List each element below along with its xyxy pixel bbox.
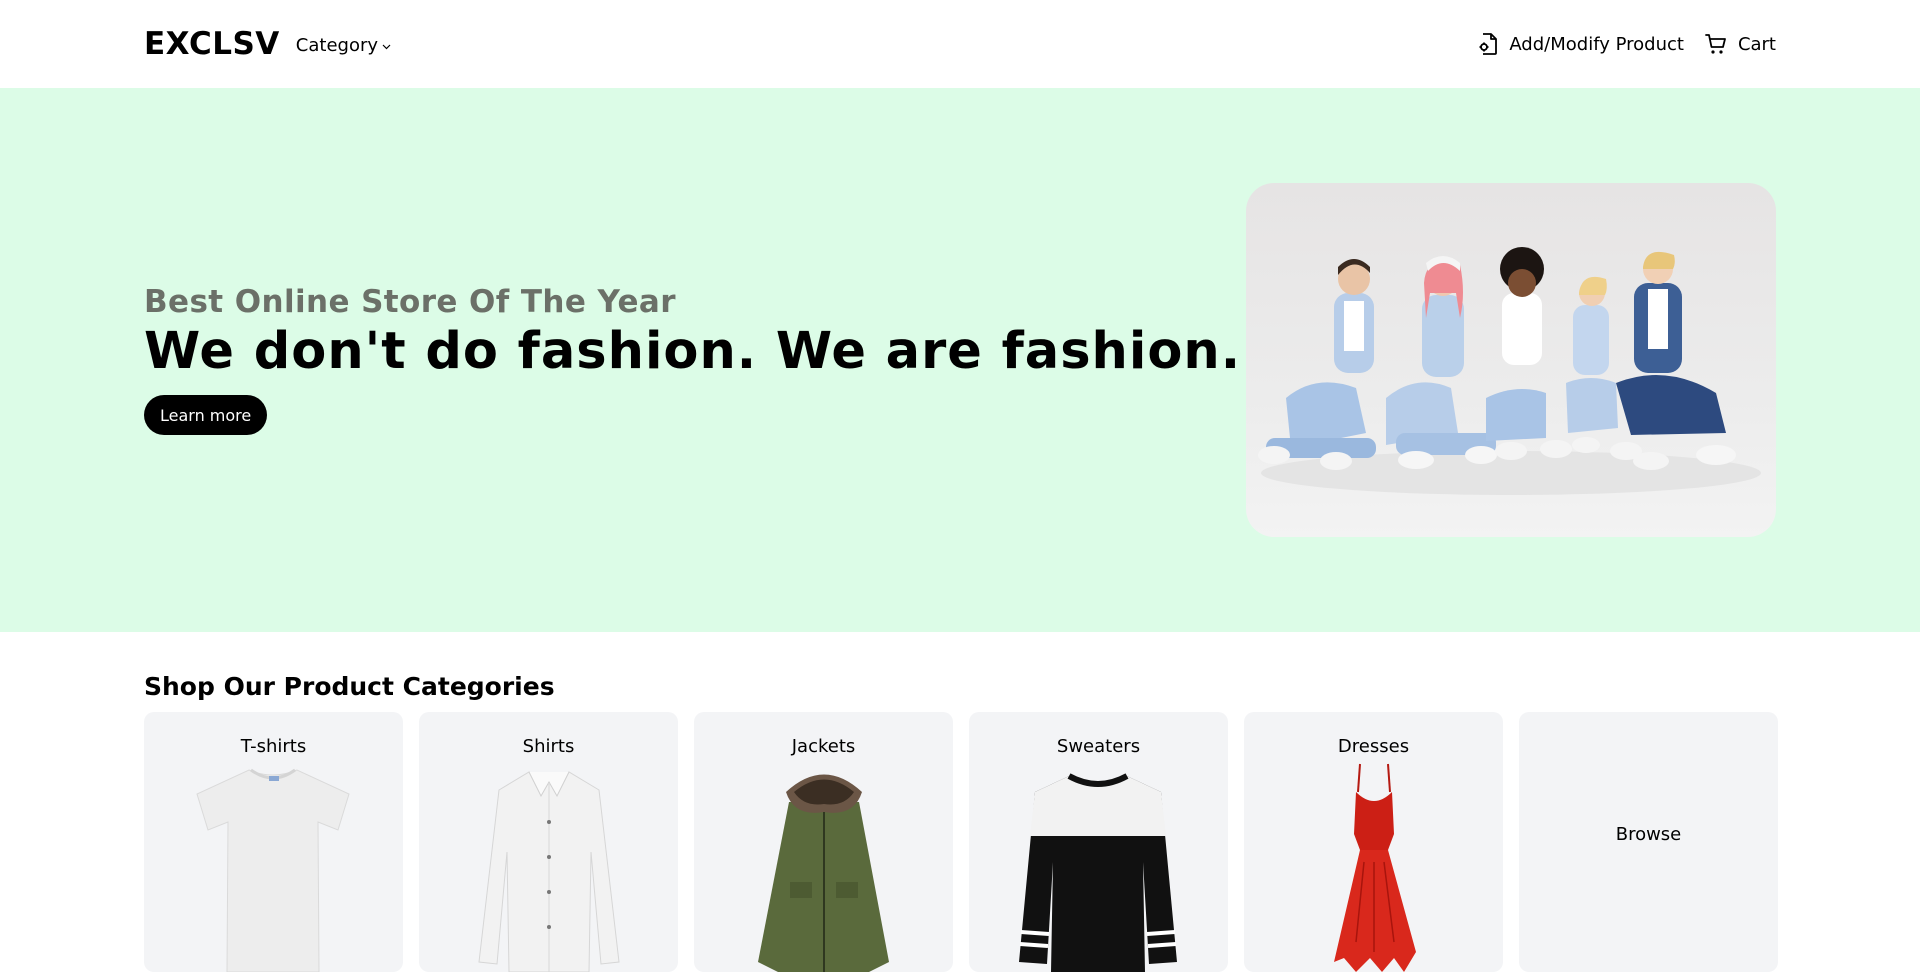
shirt-image xyxy=(419,762,678,972)
hero-text: Best Online Store Of The Year We don't d… xyxy=(144,284,1241,435)
cart-label: Cart xyxy=(1737,33,1776,55)
dress-image xyxy=(1244,762,1503,972)
learn-more-button[interactable]: Learn more xyxy=(144,395,268,435)
category-card-sweaters[interactable]: Sweaters xyxy=(969,712,1228,972)
category-card-dresses[interactable]: Dresses xyxy=(1244,712,1503,972)
category-cards: T-shirts Shirts Jackets Sweaters Dresses… xyxy=(144,712,1778,972)
add-modify-product-link[interactable]: Add/Modify Product xyxy=(1477,32,1684,56)
hero-title: We don't do fashion. We are fashion. xyxy=(144,322,1242,381)
cart-link[interactable]: Cart xyxy=(1704,32,1776,56)
browse-label: Browse xyxy=(1615,823,1682,845)
header-left: EXCLSV Category xyxy=(144,28,391,60)
category-card-label: Sweaters xyxy=(1056,736,1141,757)
add-modify-product-label: Add/Modify Product xyxy=(1509,33,1684,55)
sweater-image xyxy=(969,762,1228,972)
categories-heading: Shop Our Product Categories xyxy=(144,672,555,701)
file-edit-icon xyxy=(1477,32,1499,56)
cart-icon xyxy=(1704,32,1728,56)
jacket-image xyxy=(694,762,953,972)
category-card-browse[interactable]: Browse xyxy=(1519,712,1778,972)
hero-subtitle: Best Online Store Of The Year xyxy=(144,284,676,320)
category-label: Category xyxy=(295,34,379,56)
category-dropdown[interactable]: Category xyxy=(296,35,391,56)
header-right: Add/Modify Product Cart xyxy=(1477,32,1776,56)
site-header: EXCLSV Category Add/Modify Product Cart xyxy=(0,0,1920,88)
category-card-shirts[interactable]: Shirts xyxy=(419,712,678,972)
logo[interactable]: EXCLSV xyxy=(144,28,280,60)
category-card-label: Shirts xyxy=(522,736,575,757)
chevron-down-icon xyxy=(382,42,391,53)
group-photo-illustration xyxy=(1258,247,1761,495)
category-card-tshirts[interactable]: T-shirts xyxy=(144,712,403,972)
category-card-jackets[interactable]: Jackets xyxy=(694,712,953,972)
hero-section: Best Online Store Of The Year We don't d… xyxy=(0,88,1920,632)
category-card-label: Dresses xyxy=(1337,736,1410,757)
category-card-label: T-shirts xyxy=(240,736,307,757)
tshirt-image xyxy=(144,762,403,972)
hero-image xyxy=(1246,183,1776,537)
category-card-label: Jackets xyxy=(791,736,856,757)
